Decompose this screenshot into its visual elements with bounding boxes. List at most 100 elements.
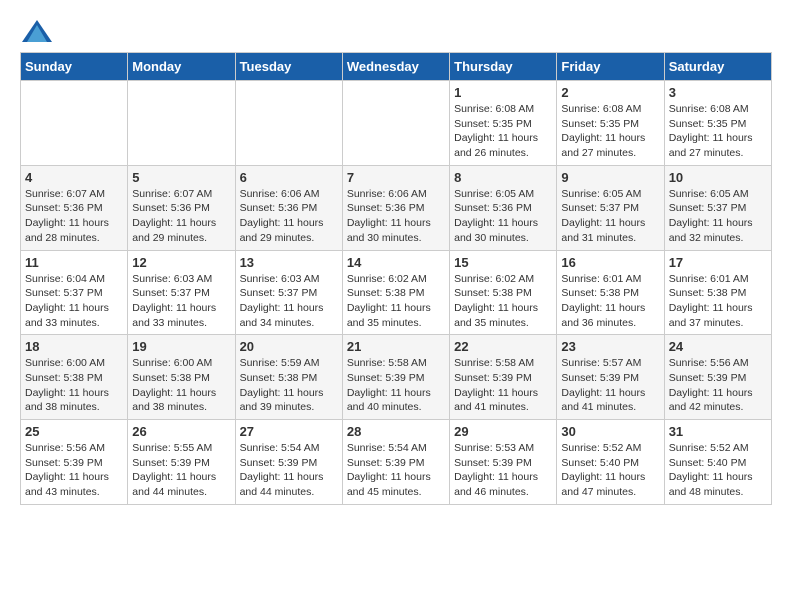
day-info: Sunrise: 5:56 AM Sunset: 5:39 PM Dayligh… xyxy=(669,356,767,415)
calendar-week-row: 18 Sunrise: 6:00 AM Sunset: 5:38 PM Dayli… xyxy=(21,335,772,420)
day-number: 10 xyxy=(669,170,767,185)
day-info: Sunrise: 5:52 AM Sunset: 5:40 PM Dayligh… xyxy=(669,441,767,500)
calendar-cell: 10 Sunrise: 6:05 AM Sunset: 5:37 PM Dayli… xyxy=(664,165,771,250)
calendar-cell: 4 Sunrise: 6:07 AM Sunset: 5:36 PM Daylig… xyxy=(21,165,128,250)
calendar-cell: 1Sunrise: 6:08 AM Sunset: 5:35 PM Daylig… xyxy=(450,81,557,166)
day-number: 11 xyxy=(25,255,123,270)
calendar-cell: 7Sunrise: 6:06 AM Sunset: 5:36 PM Daylig… xyxy=(342,165,449,250)
logo-icon xyxy=(22,20,52,42)
weekday-header-monday: Monday xyxy=(128,53,235,81)
calendar-week-row: 11 Sunrise: 6:04 AM Sunset: 5:37 PM Dayli… xyxy=(21,250,772,335)
day-info: Sunrise: 6:07 AM Sunset: 5:36 PM Dayligh… xyxy=(132,187,230,246)
day-number: 24 xyxy=(669,339,767,354)
day-info: Sunrise: 6:05 AM Sunset: 5:37 PM Dayligh… xyxy=(561,187,659,246)
day-info: Sunrise: 5:53 AM Sunset: 5:39 PM Dayligh… xyxy=(454,441,552,500)
day-info: Sunrise: 5:54 AM Sunset: 5:39 PM Dayligh… xyxy=(240,441,338,500)
calendar-cell: 6Sunrise: 6:06 AM Sunset: 5:36 PM Daylig… xyxy=(235,165,342,250)
calendar-cell: 3 Sunrise: 6:08 AM Sunset: 5:35 PM Daylig… xyxy=(664,81,771,166)
day-number: 12 xyxy=(132,255,230,270)
day-number: 30 xyxy=(561,424,659,439)
calendar-cell: 18 Sunrise: 6:00 AM Sunset: 5:38 PM Dayli… xyxy=(21,335,128,420)
day-info: Sunrise: 5:55 AM Sunset: 5:39 PM Dayligh… xyxy=(132,441,230,500)
day-number: 27 xyxy=(240,424,338,439)
day-number: 2 xyxy=(561,85,659,100)
day-number: 16 xyxy=(561,255,659,270)
day-info: Sunrise: 6:03 AM Sunset: 5:37 PM Dayligh… xyxy=(132,272,230,331)
day-info: Sunrise: 6:03 AM Sunset: 5:37 PM Dayligh… xyxy=(240,272,338,331)
day-number: 29 xyxy=(454,424,552,439)
calendar-cell: 31 Sunrise: 5:52 AM Sunset: 5:40 PM Dayli… xyxy=(664,420,771,505)
day-number: 18 xyxy=(25,339,123,354)
day-number: 9 xyxy=(561,170,659,185)
day-number: 3 xyxy=(669,85,767,100)
day-info: Sunrise: 6:01 AM Sunset: 5:38 PM Dayligh… xyxy=(561,272,659,331)
calendar-cell xyxy=(128,81,235,166)
day-info: Sunrise: 6:04 AM Sunset: 5:37 PM Dayligh… xyxy=(25,272,123,331)
day-number: 31 xyxy=(669,424,767,439)
calendar-cell: 9 Sunrise: 6:05 AM Sunset: 5:37 PM Daylig… xyxy=(557,165,664,250)
day-number: 5 xyxy=(132,170,230,185)
day-info: Sunrise: 6:00 AM Sunset: 5:38 PM Dayligh… xyxy=(132,356,230,415)
day-number: 7 xyxy=(347,170,445,185)
calendar-week-row: 25Sunrise: 5:56 AM Sunset: 5:39 PM Dayli… xyxy=(21,420,772,505)
calendar-cell: 27 Sunrise: 5:54 AM Sunset: 5:39 PM Dayli… xyxy=(235,420,342,505)
logo xyxy=(20,20,54,42)
calendar-cell: 22 Sunrise: 5:58 AM Sunset: 5:39 PM Dayli… xyxy=(450,335,557,420)
day-number: 21 xyxy=(347,339,445,354)
day-number: 25 xyxy=(25,424,123,439)
calendar-cell: 24 Sunrise: 5:56 AM Sunset: 5:39 PM Dayli… xyxy=(664,335,771,420)
calendar-cell: 17 Sunrise: 6:01 AM Sunset: 5:38 PM Dayli… xyxy=(664,250,771,335)
day-number: 1 xyxy=(454,85,552,100)
day-number: 4 xyxy=(25,170,123,185)
day-info: Sunrise: 6:02 AM Sunset: 5:38 PM Dayligh… xyxy=(347,272,445,331)
calendar-cell: 11 Sunrise: 6:04 AM Sunset: 5:37 PM Dayli… xyxy=(21,250,128,335)
day-info: Sunrise: 5:57 AM Sunset: 5:39 PM Dayligh… xyxy=(561,356,659,415)
calendar-cell: 15Sunrise: 6:02 AM Sunset: 5:38 PM Dayli… xyxy=(450,250,557,335)
calendar-cell xyxy=(342,81,449,166)
calendar-cell: 13Sunrise: 6:03 AM Sunset: 5:37 PM Dayli… xyxy=(235,250,342,335)
weekday-header-friday: Friday xyxy=(557,53,664,81)
day-info: Sunrise: 5:59 AM Sunset: 5:38 PM Dayligh… xyxy=(240,356,338,415)
day-number: 22 xyxy=(454,339,552,354)
calendar-cell: 25Sunrise: 5:56 AM Sunset: 5:39 PM Dayli… xyxy=(21,420,128,505)
calendar-cell: 2Sunrise: 6:08 AM Sunset: 5:35 PM Daylig… xyxy=(557,81,664,166)
calendar-cell: 14 Sunrise: 6:02 AM Sunset: 5:38 PM Dayli… xyxy=(342,250,449,335)
calendar-cell: 23 Sunrise: 5:57 AM Sunset: 5:39 PM Dayli… xyxy=(557,335,664,420)
day-number: 28 xyxy=(347,424,445,439)
calendar-cell: 26 Sunrise: 5:55 AM Sunset: 5:39 PM Dayli… xyxy=(128,420,235,505)
calendar-cell: 19 Sunrise: 6:00 AM Sunset: 5:38 PM Dayli… xyxy=(128,335,235,420)
calendar-cell: 28 Sunrise: 5:54 AM Sunset: 5:39 PM Dayli… xyxy=(342,420,449,505)
day-number: 14 xyxy=(347,255,445,270)
day-number: 23 xyxy=(561,339,659,354)
day-info: Sunrise: 6:01 AM Sunset: 5:38 PM Dayligh… xyxy=(669,272,767,331)
weekday-header-row: SundayMondayTuesdayWednesdayThursdayFrid… xyxy=(21,53,772,81)
weekday-header-tuesday: Tuesday xyxy=(235,53,342,81)
calendar-cell: 16 Sunrise: 6:01 AM Sunset: 5:38 PM Dayli… xyxy=(557,250,664,335)
calendar-cell: 5 Sunrise: 6:07 AM Sunset: 5:36 PM Daylig… xyxy=(128,165,235,250)
day-number: 17 xyxy=(669,255,767,270)
day-info: Sunrise: 5:58 AM Sunset: 5:39 PM Dayligh… xyxy=(454,356,552,415)
day-info: Sunrise: 5:58 AM Sunset: 5:39 PM Dayligh… xyxy=(347,356,445,415)
day-info: Sunrise: 6:00 AM Sunset: 5:38 PM Dayligh… xyxy=(25,356,123,415)
calendar-week-row: 4 Sunrise: 6:07 AM Sunset: 5:36 PM Daylig… xyxy=(21,165,772,250)
day-number: 6 xyxy=(240,170,338,185)
day-info: Sunrise: 6:05 AM Sunset: 5:37 PM Dayligh… xyxy=(669,187,767,246)
calendar-cell xyxy=(21,81,128,166)
weekday-header-sunday: Sunday xyxy=(21,53,128,81)
day-info: Sunrise: 6:02 AM Sunset: 5:38 PM Dayligh… xyxy=(454,272,552,331)
day-info: Sunrise: 6:08 AM Sunset: 5:35 PM Dayligh… xyxy=(669,102,767,161)
day-number: 19 xyxy=(132,339,230,354)
day-info: Sunrise: 5:54 AM Sunset: 5:39 PM Dayligh… xyxy=(347,441,445,500)
day-info: Sunrise: 5:52 AM Sunset: 5:40 PM Dayligh… xyxy=(561,441,659,500)
calendar-cell: 8Sunrise: 6:05 AM Sunset: 5:36 PM Daylig… xyxy=(450,165,557,250)
calendar-cell: 29 Sunrise: 5:53 AM Sunset: 5:39 PM Dayli… xyxy=(450,420,557,505)
calendar-cell: 21 Sunrise: 5:58 AM Sunset: 5:39 PM Dayli… xyxy=(342,335,449,420)
day-number: 20 xyxy=(240,339,338,354)
weekday-header-saturday: Saturday xyxy=(664,53,771,81)
calendar-cell: 12 Sunrise: 6:03 AM Sunset: 5:37 PM Dayli… xyxy=(128,250,235,335)
day-number: 26 xyxy=(132,424,230,439)
calendar-table: SundayMondayTuesdayWednesdayThursdayFrid… xyxy=(20,52,772,505)
calendar-week-row: 1 Sunrise: 6:08 AM Sunset: 5:35 PM Daylig… xyxy=(21,81,772,166)
day-info: Sunrise: 6:07 AM Sunset: 5:36 PM Dayligh… xyxy=(25,187,123,246)
page-header xyxy=(20,20,772,42)
